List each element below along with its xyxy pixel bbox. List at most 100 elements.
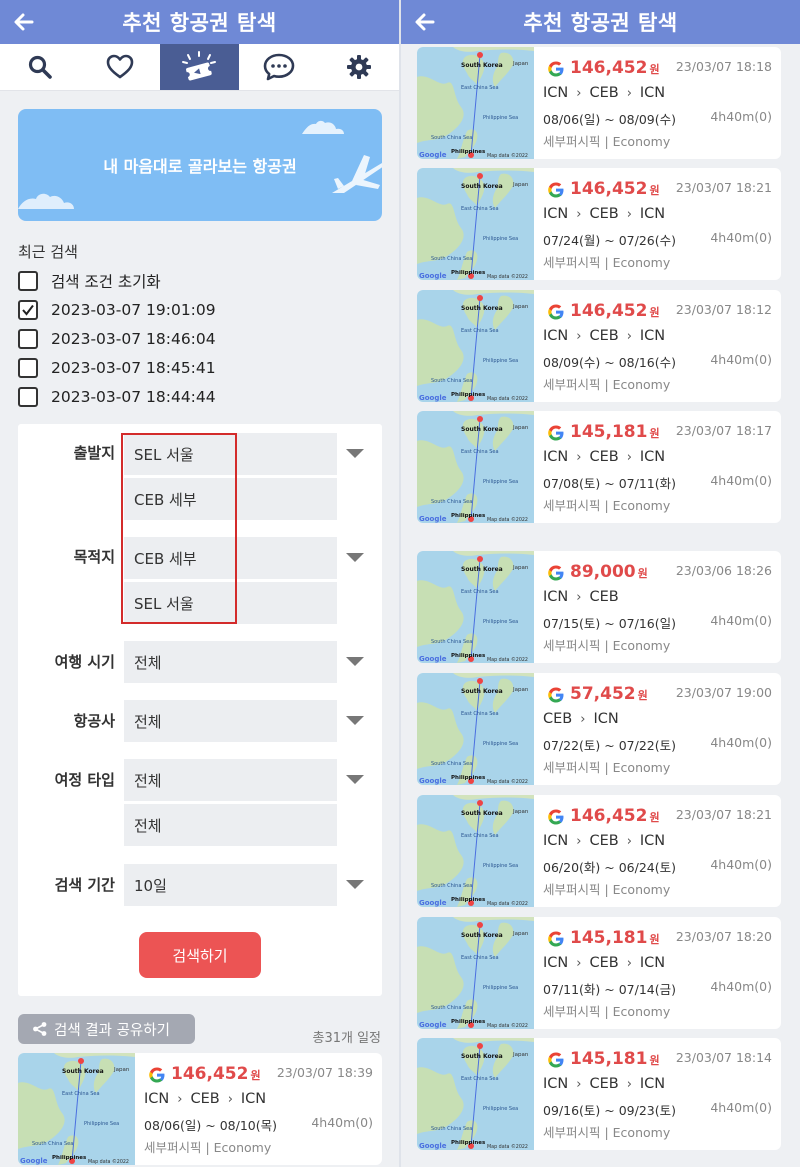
airport-code: CEB (589, 206, 619, 222)
recent-item[interactable]: 2023-03-07 18:46:04 (18, 327, 216, 351)
svg-text:Japan: Japan (512, 425, 529, 431)
destination-label: 목적지 (73, 548, 115, 566)
flight-duration: 4h40m(0) (710, 473, 772, 488)
price: 145,181 원 (570, 422, 660, 442)
price-value: 57,452 (570, 684, 636, 704)
promo-banner[interactable]: 내 마음대로 골라보는 항공권 (18, 109, 382, 221)
back-arrow-icon[interactable] (10, 8, 38, 36)
tab-ticket[interactable] (159, 44, 240, 90)
svg-text:Google: Google (419, 272, 447, 280)
airline-class: 세부퍼시픽 | Economy (543, 498, 671, 513)
travel-time-dropdown-icon[interactable] (346, 657, 364, 666)
period-dropdown-icon[interactable] (346, 880, 364, 889)
svg-text:Philippines: Philippines (451, 1140, 486, 1146)
recent-item[interactable]: 2023-03-07 19:01:09 (18, 298, 216, 322)
timestamp: 23/03/07 18:39 (276, 1065, 373, 1080)
flight-duration: 4h40m(0) (710, 352, 772, 367)
checkbox[interactable] (18, 387, 38, 407)
tab-chat[interactable] (239, 44, 319, 90)
travel-dates: 08/06(일) ~ 08/09(수) (543, 112, 676, 127)
price-value: 89,000 (570, 562, 636, 582)
timestamp: 23/03/07 18:20 (675, 929, 772, 944)
svg-text:Philippine Sea: Philippine Sea (483, 115, 518, 121)
route-map: South Korea Japan East China Sea Philipp… (417, 290, 534, 402)
airline-select[interactable]: 전체 (124, 700, 337, 742)
destination-dropdown-icon[interactable] (346, 553, 364, 562)
share-label: 검색 결과 공유하기 (54, 1022, 170, 1039)
airline-class: 세부퍼시픽 | Economy (543, 760, 671, 775)
currency-label: 원 (637, 689, 648, 702)
checkbox-checked[interactable] (18, 300, 38, 320)
share-icon (33, 1022, 47, 1036)
flight-result-card[interactable]: South Korea Japan East China Sea Philipp… (18, 1053, 382, 1165)
svg-text:Philippine Sea: Philippine Sea (483, 863, 518, 869)
checkbox[interactable] (18, 329, 38, 349)
left-panel: 추천 항공권 탐색 내 마음대로 골라보는 항공권 최근 검색 검색 조건 초기… (0, 0, 399, 1167)
svg-text:South China Sea: South China Sea (431, 639, 472, 645)
price: 57,452 원 (570, 684, 648, 704)
tab-search[interactable] (0, 44, 80, 90)
currency-label: 원 (649, 811, 660, 824)
svg-text:Google: Google (419, 1021, 447, 1029)
trip-type-select-2[interactable]: 전체 (124, 804, 337, 846)
highlight-box (121, 433, 237, 624)
airport-code: CEB (589, 449, 619, 465)
checkbox[interactable] (18, 358, 38, 378)
airline-dropdown-icon[interactable] (346, 716, 364, 725)
tab-bar (0, 44, 399, 91)
airport-code: CEB (543, 711, 573, 727)
flight-result-card[interactable]: South Korea Japan East China Sea Philipp… (417, 551, 781, 663)
share-results-button[interactable]: 검색 결과 공유하기 (18, 1014, 195, 1044)
google-icon (548, 182, 564, 198)
airline-class: 세부퍼시픽 | Economy (543, 882, 671, 897)
search-button[interactable]: 검색하기 (139, 932, 261, 978)
airport-code: CEB (589, 85, 619, 101)
trip-type-dropdown-icon[interactable] (346, 775, 364, 784)
price: 146,452 원 (570, 58, 660, 78)
period-select[interactable]: 10일 (124, 864, 337, 906)
svg-text:Japan: Japan (512, 687, 529, 693)
svg-text:South Korea: South Korea (461, 688, 503, 695)
tab-settings[interactable] (319, 44, 399, 90)
airline-label: 항공사 (73, 712, 115, 730)
flight-result-card[interactable]: South Korea Japan East China Sea Philipp… (417, 1038, 781, 1150)
price: 146,452 원 (570, 179, 660, 199)
flight-result-card[interactable]: South Korea Japan East China Sea Philipp… (417, 795, 781, 907)
svg-text:South China Sea: South China Sea (431, 883, 472, 889)
tab-favorites[interactable] (80, 44, 160, 90)
route-map: South Korea Japan East China Sea Philipp… (417, 1038, 534, 1150)
svg-text:Philippine Sea: Philippine Sea (483, 985, 518, 991)
timestamp: 23/03/07 18:17 (675, 423, 772, 438)
svg-text:Map data ©2022: Map data ©2022 (487, 656, 528, 663)
airport-code: ICN (639, 955, 666, 971)
recent-item-reset[interactable]: 검색 조건 초기화 (18, 269, 161, 293)
travel-dates: 06/20(화) ~ 06/24(토) (543, 860, 676, 875)
svg-text:South China Sea: South China Sea (32, 1141, 73, 1147)
flight-result-card[interactable]: South Korea Japan East China Sea Philipp… (417, 168, 781, 280)
checkbox[interactable] (18, 271, 38, 291)
airport-code: ICN (543, 833, 569, 849)
svg-text:Google: Google (419, 151, 447, 159)
back-arrow-icon[interactable] (411, 8, 439, 36)
banner-text: 내 마음대로 골라보는 항공권 (103, 157, 297, 176)
recent-item[interactable]: 2023-03-07 18:44:44 (18, 385, 216, 409)
flight-result-card[interactable]: South Korea Japan East China Sea Philipp… (417, 411, 781, 523)
flight-result-card[interactable]: South Korea Japan East China Sea Philipp… (417, 673, 781, 785)
departure-dropdown-icon[interactable] (346, 449, 364, 458)
svg-text:East China Sea: East China Sea (461, 1076, 499, 1082)
currency-label: 원 (649, 306, 660, 319)
svg-text:South Korea: South Korea (62, 1068, 104, 1075)
trip-type-select[interactable]: 전체 (124, 759, 337, 801)
flight-result-card[interactable]: South Korea Japan East China Sea Philipp… (417, 917, 781, 1029)
travel-time-select[interactable]: 전체 (124, 641, 337, 683)
svg-text:East China Sea: East China Sea (461, 85, 499, 91)
flight-result-card[interactable]: South Korea Japan East China Sea Philipp… (417, 290, 781, 402)
chevron-right-icon: › (576, 86, 582, 101)
route-map: South Korea Japan East China Sea Philipp… (417, 168, 534, 280)
svg-text:Philippines: Philippines (451, 149, 486, 155)
travel-dates: 07/08(토) ~ 07/11(화) (543, 476, 676, 491)
trip-type-label: 여정 타입 (54, 771, 115, 789)
svg-text:East China Sea: East China Sea (461, 833, 499, 839)
flight-result-card[interactable]: South Korea Japan East China Sea Philipp… (417, 47, 781, 159)
recent-item[interactable]: 2023-03-07 18:45:41 (18, 356, 216, 380)
